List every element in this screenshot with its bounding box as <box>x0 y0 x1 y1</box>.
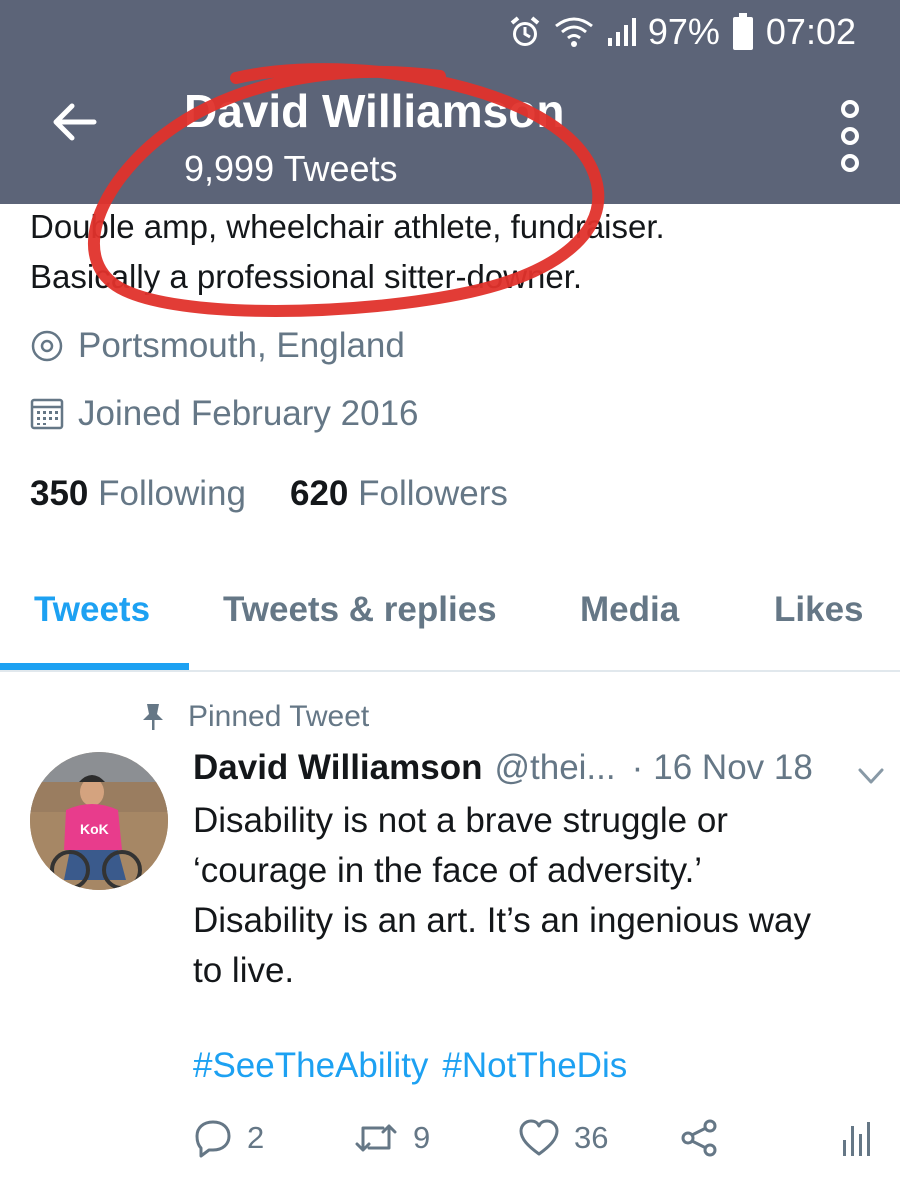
status-time: 07:02 <box>765 11 856 52</box>
followers-count: 620 <box>290 474 349 513</box>
tweet-date[interactable]: 16 Nov 18 <box>653 748 813 788</box>
back-arrow-icon <box>53 103 97 141</box>
reply-count: 2 <box>247 1120 265 1155</box>
reply-icon <box>195 1120 231 1158</box>
tweet-hashtags: #SeeTheAbility #NotTheDis <box>193 1046 627 1086</box>
tweet-text-line: Disability is not a brave struggle or <box>193 801 728 840</box>
tab-tweets[interactable]: Tweets <box>34 590 150 630</box>
hashtag-link[interactable]: #NotTheDis <box>442 1046 627 1086</box>
avatar-photo: KoK <box>30 752 168 890</box>
header-separator: · <box>631 748 644 787</box>
overflow-menu-button[interactable] <box>826 100 874 172</box>
battery-icon <box>732 13 754 51</box>
chevron-down-icon[interactable] <box>856 764 886 788</box>
wifi-icon <box>554 16 594 48</box>
tweet-text-line: to live. <box>193 951 295 990</box>
svg-text:KoK: KoK <box>80 821 109 837</box>
joined-text: Joined February 2016 <box>78 394 419 433</box>
overflow-dot-icon <box>841 154 859 172</box>
share-icon <box>681 1119 717 1157</box>
retweet-count: 9 <box>413 1120 431 1155</box>
tab-tweets-replies[interactable]: Tweets & replies <box>223 590 497 630</box>
tweet-actions: 2 9 36 <box>193 1118 883 1168</box>
profile-location: Portsmouth, England <box>30 326 405 366</box>
pinned-tweet[interactable]: Pinned Tweet KoK David Williamson @thei.… <box>0 672 900 1200</box>
app-bar: David Williamson 9,999 Tweets <box>0 64 900 204</box>
active-tab-indicator <box>0 663 189 670</box>
calendar-icon <box>30 398 64 430</box>
profile-bio: Double amp, wheelchair athlete, fundrais… <box>30 202 880 302</box>
like-button[interactable]: 36 <box>518 1118 608 1158</box>
profile-title: David Williamson <box>184 85 565 137</box>
bio-line: Basically a professional sitter-downer. <box>30 258 583 295</box>
tweet-text-line: Disability is an art. It’s an ingenious … <box>193 901 811 940</box>
retweet-button[interactable]: 9 <box>353 1118 430 1158</box>
followers-label: Followers <box>358 474 508 513</box>
overflow-dot-icon <box>841 100 859 118</box>
overflow-dot-icon <box>841 127 859 145</box>
pin-icon <box>143 704 163 730</box>
tweet-text: Disability is not a brave struggle or ‘c… <box>193 796 883 996</box>
pinned-tweet-label: Pinned Tweet <box>188 700 370 733</box>
like-count: 36 <box>574 1120 609 1155</box>
status-bar: 97% 07:02 <box>0 0 900 64</box>
follow-counts: 350 Following 620 Followers <box>30 474 508 514</box>
tweet-author-name[interactable]: David Williamson <box>193 748 482 788</box>
heart-icon <box>519 1119 559 1156</box>
reply-button[interactable]: 2 <box>193 1118 264 1158</box>
bio-line: Double amp, wheelchair athlete, fundrais… <box>30 208 665 245</box>
retweet-icon <box>355 1124 397 1152</box>
followers-link[interactable]: 620 Followers <box>290 474 508 514</box>
following-link[interactable]: 350 Following <box>30 474 246 514</box>
back-button[interactable] <box>44 92 104 152</box>
location-pin-icon <box>31 330 63 362</box>
tweet-count: 9,999 Tweets <box>184 148 398 189</box>
tweet-text-line: ‘courage in the face of adversity.’ <box>193 851 703 890</box>
battery-percent: 97% <box>647 11 720 52</box>
analytics-icon <box>843 1122 870 1156</box>
location-text: Portsmouth, England <box>78 326 405 365</box>
hashtag-link[interactable]: #SeeTheAbility <box>193 1046 428 1086</box>
alarm-icon <box>508 15 542 49</box>
tweet-header: David Williamson @thei... · 16 Nov 18 <box>193 748 813 788</box>
tab-likes[interactable]: Likes <box>774 590 864 630</box>
following-label: Following <box>98 474 246 513</box>
profile-joined: Joined February 2016 <box>30 394 419 434</box>
analytics-button[interactable] <box>841 1118 871 1158</box>
share-button[interactable] <box>679 1118 719 1158</box>
tweet-author-handle[interactable]: @thei... <box>494 748 615 788</box>
avatar[interactable]: KoK <box>30 752 168 890</box>
following-count: 350 <box>30 474 89 513</box>
signal-icon <box>606 16 636 48</box>
pinned-label-row: Pinned Tweet <box>140 700 369 734</box>
tab-media[interactable]: Media <box>580 590 679 630</box>
profile-tabs: Tweets Tweets & replies Media Likes <box>0 560 900 672</box>
